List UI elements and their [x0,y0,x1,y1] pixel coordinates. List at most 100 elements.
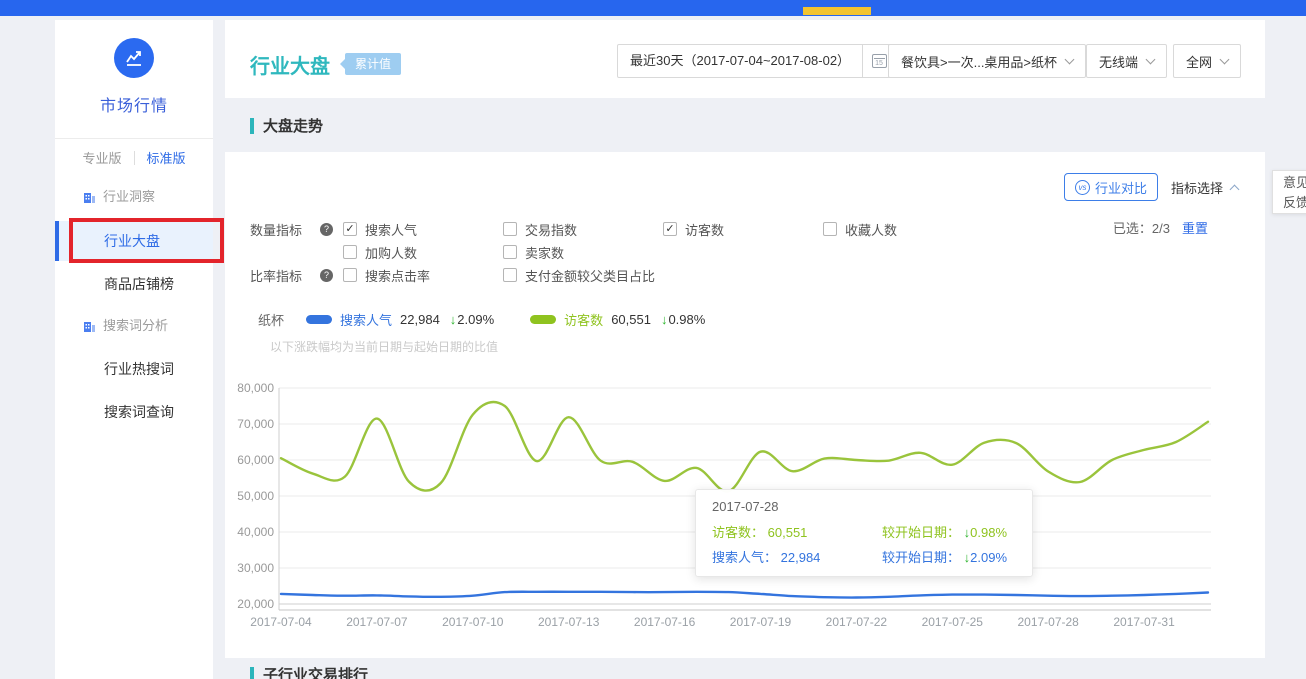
buildings-icon [83,320,96,333]
section-title-trend: 大盘走势 [250,115,323,136]
unchecked-checkbox-icon[interactable] [823,222,837,236]
quantity-filter-row-2: 加购人数卖家数 [250,243,663,261]
svg-text:30,000: 30,000 [237,561,274,575]
svg-text:2017-07-10: 2017-07-10 [442,615,504,629]
date-range-value[interactable]: 最近30天（2017-07-04~2017-08-02） [618,45,862,77]
legend-change-visitors: 0.98% [668,312,705,327]
ratio-indicator-label: 比率指标 [250,266,320,285]
app-title: 市场行情 [55,92,213,116]
help-icon[interactable]: ? [320,223,333,236]
selected-count: 已选：2/3 [1113,218,1170,237]
tab-pro-version[interactable]: 专业版 [70,148,133,167]
sidebar: 市场行情 专业版 标准版 行业洞察 行业大盘 商品店铺榜 搜索词分析 行业热搜词… [55,20,213,679]
trend-chart-icon [123,47,145,69]
checkbox-访客数[interactable]: ✓访客数 [663,220,823,239]
down-arrow-icon: ↓ [450,312,457,327]
checkbox-卖家数[interactable]: 卖家数 [503,243,663,262]
checkbox-搜索点击率[interactable]: 搜索点击率 [343,266,503,285]
line-series-搜索人气 [281,592,1208,598]
line-series-访客数 [281,402,1208,492]
chevron-down-icon [1220,54,1230,64]
svg-text:2017-07-04: 2017-07-04 [250,615,312,629]
industry-compare-button[interactable]: vs 行业对比 [1064,173,1158,201]
sidebar-item-hot-search-words[interactable]: 行业热搜词 [104,357,174,381]
svg-text:70,000: 70,000 [237,417,274,431]
quantity-filter-row-1: 数量指标 ? ✓搜索人气交易指数✓访客数收藏人数 [250,220,983,238]
svg-text:40,000: 40,000 [237,525,274,539]
svg-text:2017-07-19: 2017-07-19 [730,615,792,629]
top-nav-bar [0,0,1306,16]
calendar-icon: 15 [872,54,887,68]
unchecked-checkbox-icon[interactable] [343,268,357,282]
unchecked-checkbox-icon[interactable] [343,245,357,259]
svg-text:50,000: 50,000 [237,489,274,503]
reset-link[interactable]: 重置 [1182,218,1208,237]
active-indicator-bar [55,221,59,261]
checked-checkbox-icon[interactable]: ✓ [663,222,677,236]
section-accent-bar [250,118,254,134]
svg-text:2017-07-22: 2017-07-22 [826,615,888,629]
checkbox-搜索人气[interactable]: ✓搜索人气 [343,220,503,239]
svg-text:20,000: 20,000 [237,597,274,611]
legend-change-search: 2.09% [457,312,494,327]
legend-pill-search[interactable] [306,315,332,324]
cumulative-value-badge: 累计值 [345,53,401,75]
unchecked-checkbox-icon[interactable] [503,245,517,259]
svg-text:2017-07-31: 2017-07-31 [1113,615,1175,629]
svg-text:2017-07-25: 2017-07-25 [922,615,984,629]
red-highlight-annotation [69,218,224,263]
selection-status: 已选：2/3 重置 [1113,218,1208,237]
ratio-filter-row: 比率指标 ? 搜索点击率支付金额较父类目占比 [250,266,663,284]
checkbox-收藏人数[interactable]: 收藏人数 [823,220,983,239]
svg-text:60,000: 60,000 [237,453,274,467]
legend-category: 纸杯 [258,310,284,329]
vs-icon: vs [1075,180,1090,195]
chevron-down-icon [1146,54,1156,64]
legend-value-search: 22,984 [400,312,440,327]
market-logo [114,38,154,78]
terminal-dropdown[interactable]: 无线端 [1086,44,1167,78]
category-dropdown[interactable]: 餐饮具>一次...桌用品>纸杯 [888,44,1086,78]
legend-value-visitors: 60,551 [611,312,651,327]
section-title-subindustry-rank: 子行业交易排行 [250,664,368,679]
tooltip-date: 2017-07-28 [712,499,1016,514]
chart-tooltip: 2017-07-28 访客数： 60,551 较开始日期： ↓0.98% 搜索人… [695,489,1033,577]
chart-legend: 纸杯 搜索人气 22,984 ↓ 2.09% 访客数 60,551 ↓ 0.98… [258,310,741,328]
quantity-indicator-label: 数量指标 [250,220,320,239]
unchecked-checkbox-icon[interactable] [503,222,517,236]
svg-text:80,000: 80,000 [237,381,274,395]
version-tabs: 专业版 标准版 [55,138,213,176]
page-header: 行业大盘 累计值 最近30天（2017-07-04~2017-08-02） 15… [225,20,1265,98]
svg-text:2017-07-07: 2017-07-07 [346,615,408,629]
chevron-down-icon [1065,54,1075,64]
trend-note: 以下涨跌幅均为当前日期与起始日期的比值 [270,338,498,355]
sidebar-group-industry-insight[interactable]: 行业洞察 [83,185,155,209]
legend-name-visitors[interactable]: 访客数 [564,310,603,329]
sidebar-item-product-shop-rank[interactable]: 商品店铺榜 [104,272,174,296]
feedback-tab[interactable]: 意见 反馈 [1272,170,1306,214]
unchecked-checkbox-icon[interactable] [503,268,517,282]
legend-name-search[interactable]: 搜索人气 [340,310,392,329]
down-arrow-icon: ↓ [661,312,668,327]
date-range-control[interactable]: 最近30天（2017-07-04~2017-08-02） 15 [617,44,896,78]
page-title: 行业大盘 [250,50,330,79]
help-icon[interactable]: ? [320,269,333,282]
checkbox-支付金额较父类目占比[interactable]: 支付金额较父类目占比 [503,266,663,285]
svg-text:2017-07-13: 2017-07-13 [538,615,600,629]
buildings-icon [83,191,96,204]
checkbox-交易指数[interactable]: 交易指数 [503,220,663,239]
svg-text:2017-07-16: 2017-07-16 [634,615,696,629]
svg-text:2017-07-28: 2017-07-28 [1017,615,1079,629]
section-accent-bar [250,667,254,679]
sidebar-group-search-word-analysis[interactable]: 搜索词分析 [83,314,168,338]
legend-pill-visitors[interactable] [530,315,556,324]
scope-dropdown[interactable]: 全网 [1173,44,1241,78]
checked-checkbox-icon[interactable]: ✓ [343,222,357,236]
tab-standard-version[interactable]: 标准版 [135,148,198,167]
trend-panel: vs 行业对比 指标选择 数量指标 ? ✓搜索人气交易指数✓访客数收藏人数 加购… [225,152,1265,658]
indicator-select-toggle[interactable]: 指标选择 [1171,173,1238,201]
sidebar-item-search-word-query[interactable]: 搜索词查询 [104,400,174,424]
chevron-up-icon [1230,184,1240,194]
checkbox-加购人数[interactable]: 加购人数 [343,243,503,262]
active-nav-indicator [803,7,871,15]
